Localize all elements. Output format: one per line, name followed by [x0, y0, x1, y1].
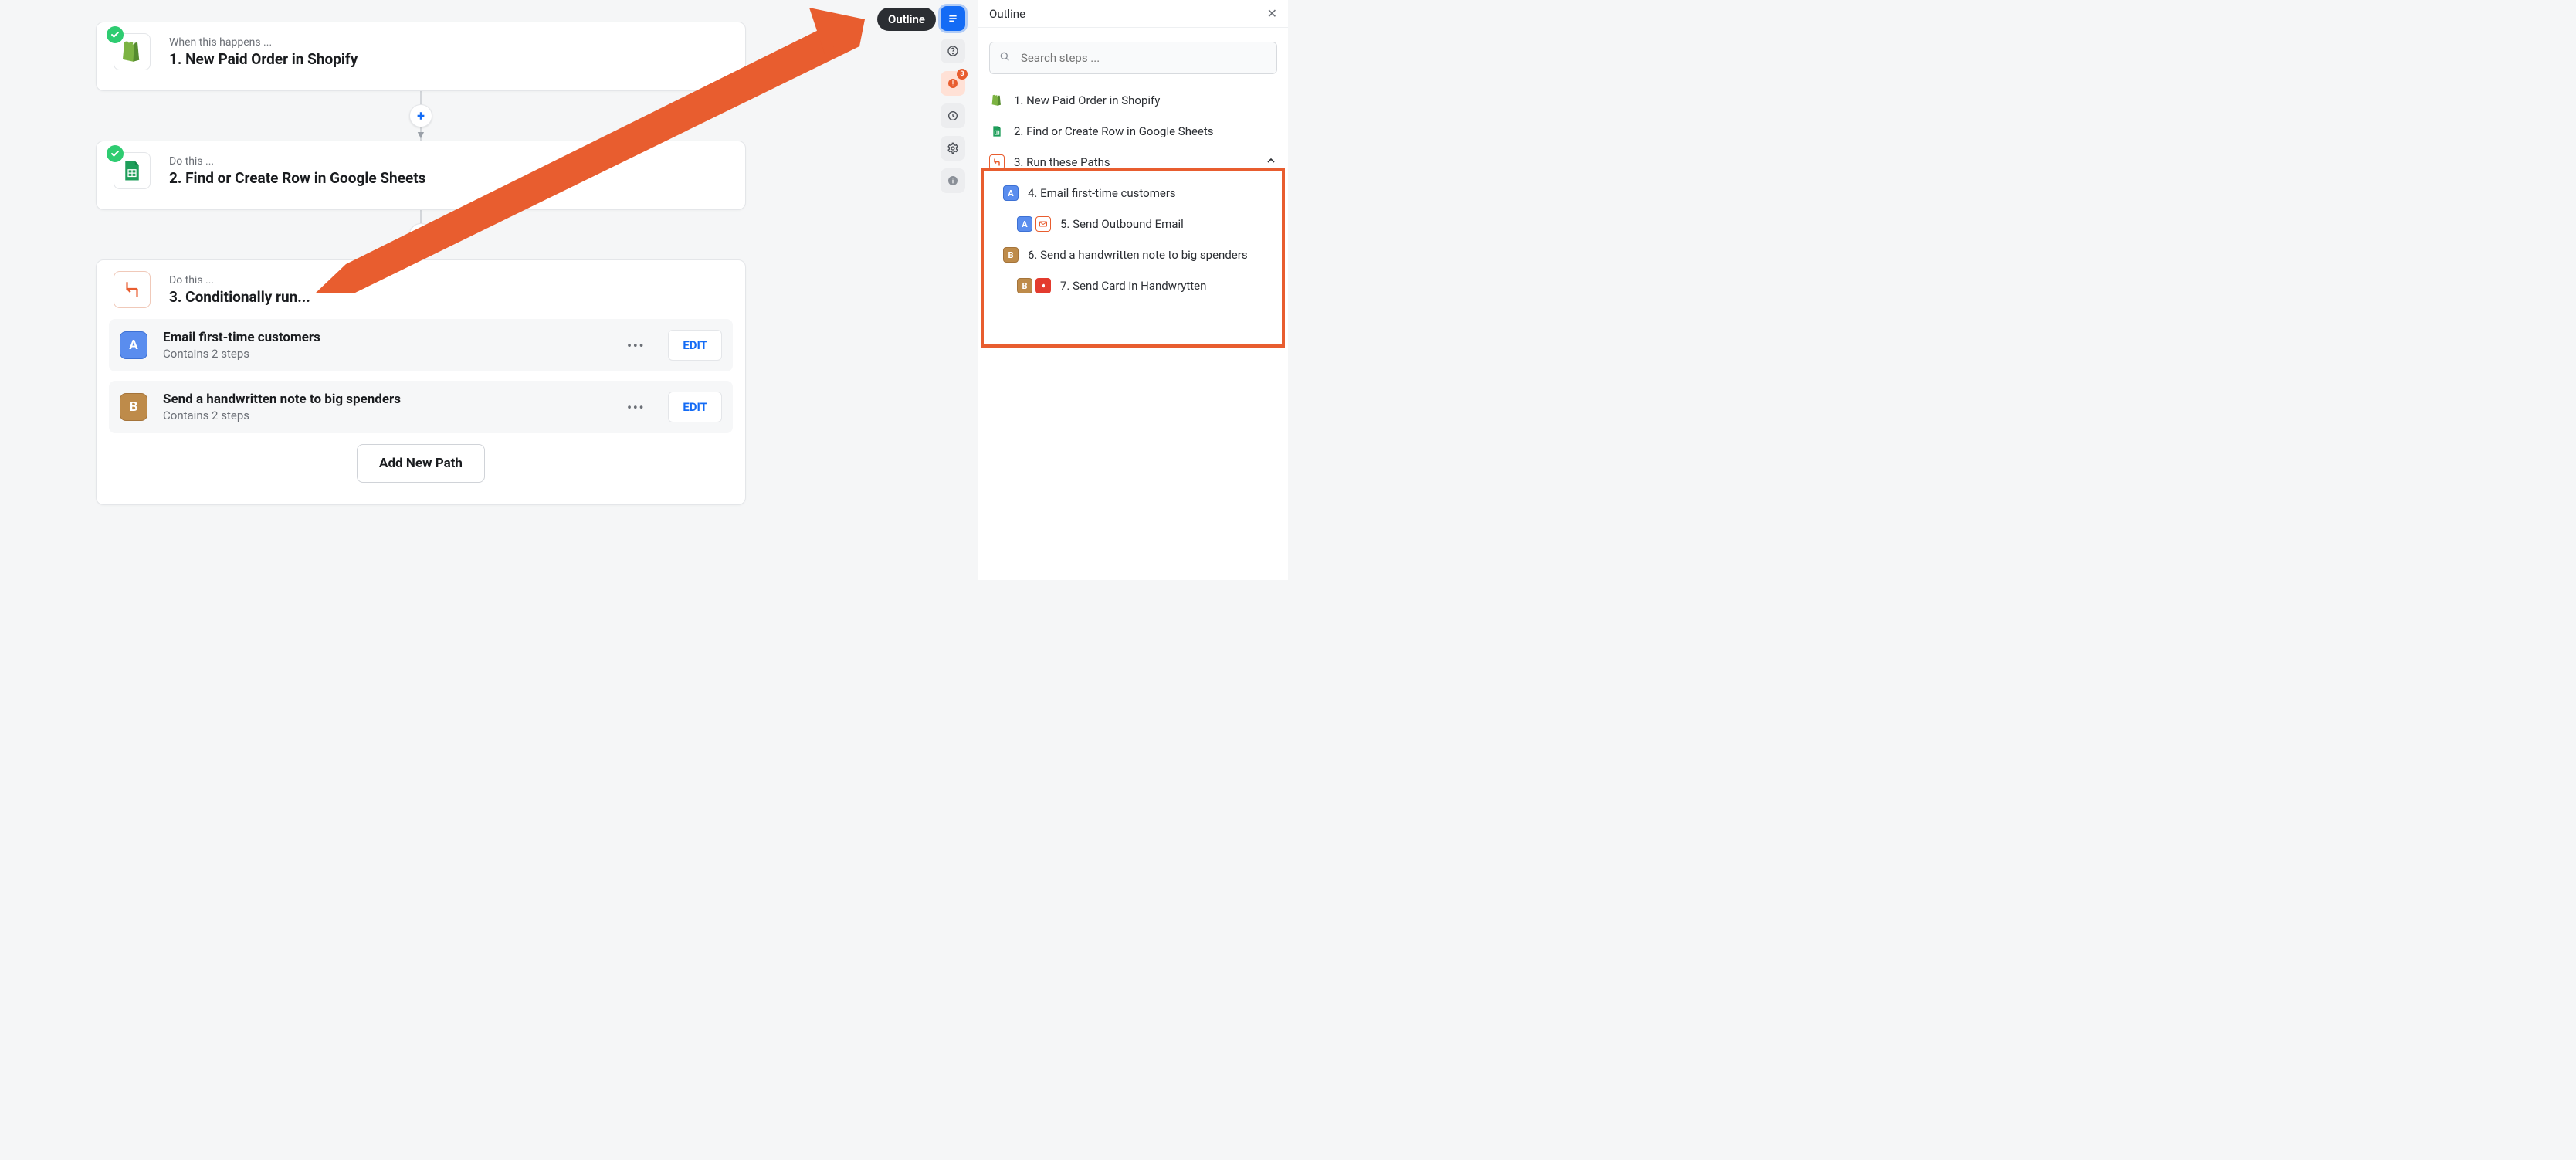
success-check-icon — [107, 26, 124, 43]
outline-step[interactable]: 2. Find or Create Row in Google Sheets — [989, 116, 1288, 147]
app-icon-paths — [114, 271, 151, 308]
path-letter-badge: B — [120, 393, 147, 421]
path-b-icon: B — [1017, 278, 1032, 293]
path-edit-button[interactable]: EDIT — [668, 330, 722, 361]
step-title: 3. Conditionally run... — [169, 288, 310, 306]
path-more-button[interactable]: ••• — [619, 334, 652, 358]
path-title: Email first-time customers — [163, 330, 604, 345]
step-title: 2. Find or Create Row in Google Sheets — [169, 169, 425, 187]
path-letter-badge: A — [120, 331, 147, 359]
close-icon[interactable]: ✕ — [1267, 6, 1277, 21]
add-path-button[interactable]: Add New Path — [357, 444, 485, 483]
step-eyebrow: Do this ... — [169, 274, 310, 287]
path-subtitle: Contains 2 steps — [163, 347, 604, 361]
path-subtitle: Contains 2 steps — [163, 409, 604, 422]
handwrytten-icon — [1035, 278, 1051, 293]
path-row[interactable]: B Send a handwritten note to big spender… — [109, 381, 733, 433]
issues-badge: 3 — [957, 69, 968, 80]
add-step-button[interactable]: + — [409, 104, 432, 127]
mail-icon — [1035, 216, 1051, 232]
help-button[interactable] — [941, 39, 965, 63]
path-b-icon: B — [1003, 247, 1019, 263]
outline-title: Outline — [989, 7, 1025, 21]
outline-step-paths[interactable]: 3. Run these Paths — [989, 147, 1288, 178]
path-title: Send a handwritten note to big spenders — [163, 392, 604, 407]
outline-step[interactable]: B 6. Send a handwritten note to big spen… — [989, 239, 1288, 270]
outline-step[interactable]: 1. New Paid Order in Shopify — [989, 85, 1288, 116]
paths-icon — [989, 154, 1005, 170]
arrowhead-icon: ▼ — [415, 128, 426, 141]
step-card-action[interactable]: Do this ... 2. Find or Create Row in Goo… — [96, 141, 746, 210]
chevron-up-icon — [1265, 154, 1277, 170]
outline-step[interactable]: A 4. Email first-time customers — [989, 178, 1288, 209]
path-a-icon: A — [1017, 216, 1032, 232]
info-button[interactable] — [941, 168, 965, 193]
step-card-paths[interactable]: Do this ... 3. Conditionally run... A Em… — [96, 259, 746, 505]
path-edit-button[interactable]: EDIT — [668, 392, 722, 422]
success-check-icon — [107, 145, 124, 162]
step-eyebrow: When this happens ... — [169, 36, 358, 49]
step-eyebrow: Do this ... — [169, 155, 425, 168]
issues-button[interactable]: 3 — [941, 71, 965, 96]
editor-mini-toolbar: 3 — [941, 6, 965, 193]
outline-tooltip: Outline — [877, 8, 936, 31]
path-a-icon: A — [1003, 185, 1019, 201]
add-step-button[interactable]: + — [409, 223, 432, 246]
outline-step[interactable]: B 7. Send Card in Handwrytten — [989, 270, 1288, 301]
google-sheets-icon — [989, 124, 1005, 139]
step-card-trigger[interactable]: When this happens ... 1. New Paid Order … — [96, 22, 746, 91]
shopify-icon — [989, 93, 1005, 108]
settings-button[interactable] — [941, 136, 965, 161]
app-icon-shopify — [114, 33, 151, 70]
outline-search-input[interactable] — [989, 42, 1277, 74]
path-row[interactable]: A Email first-time customers Contains 2 … — [109, 319, 733, 371]
history-button[interactable] — [941, 103, 965, 128]
step-title: 1. New Paid Order in Shopify — [169, 50, 358, 68]
path-more-button[interactable]: ••• — [619, 395, 652, 419]
outline-panel: Outline ✕ 1. New Paid Order in Shopify 2… — [978, 0, 1288, 580]
editor-canvas: ▼ ▼ + + When this happens ... 1. New Pai… — [0, 0, 842, 580]
outline-step[interactable]: A 5. Send Outbound Email — [989, 209, 1288, 239]
search-icon — [998, 50, 1011, 66]
app-icon-google-sheets — [114, 152, 151, 189]
arrowhead-icon: ▼ — [415, 247, 426, 260]
outline-toggle-button[interactable] — [941, 6, 965, 31]
